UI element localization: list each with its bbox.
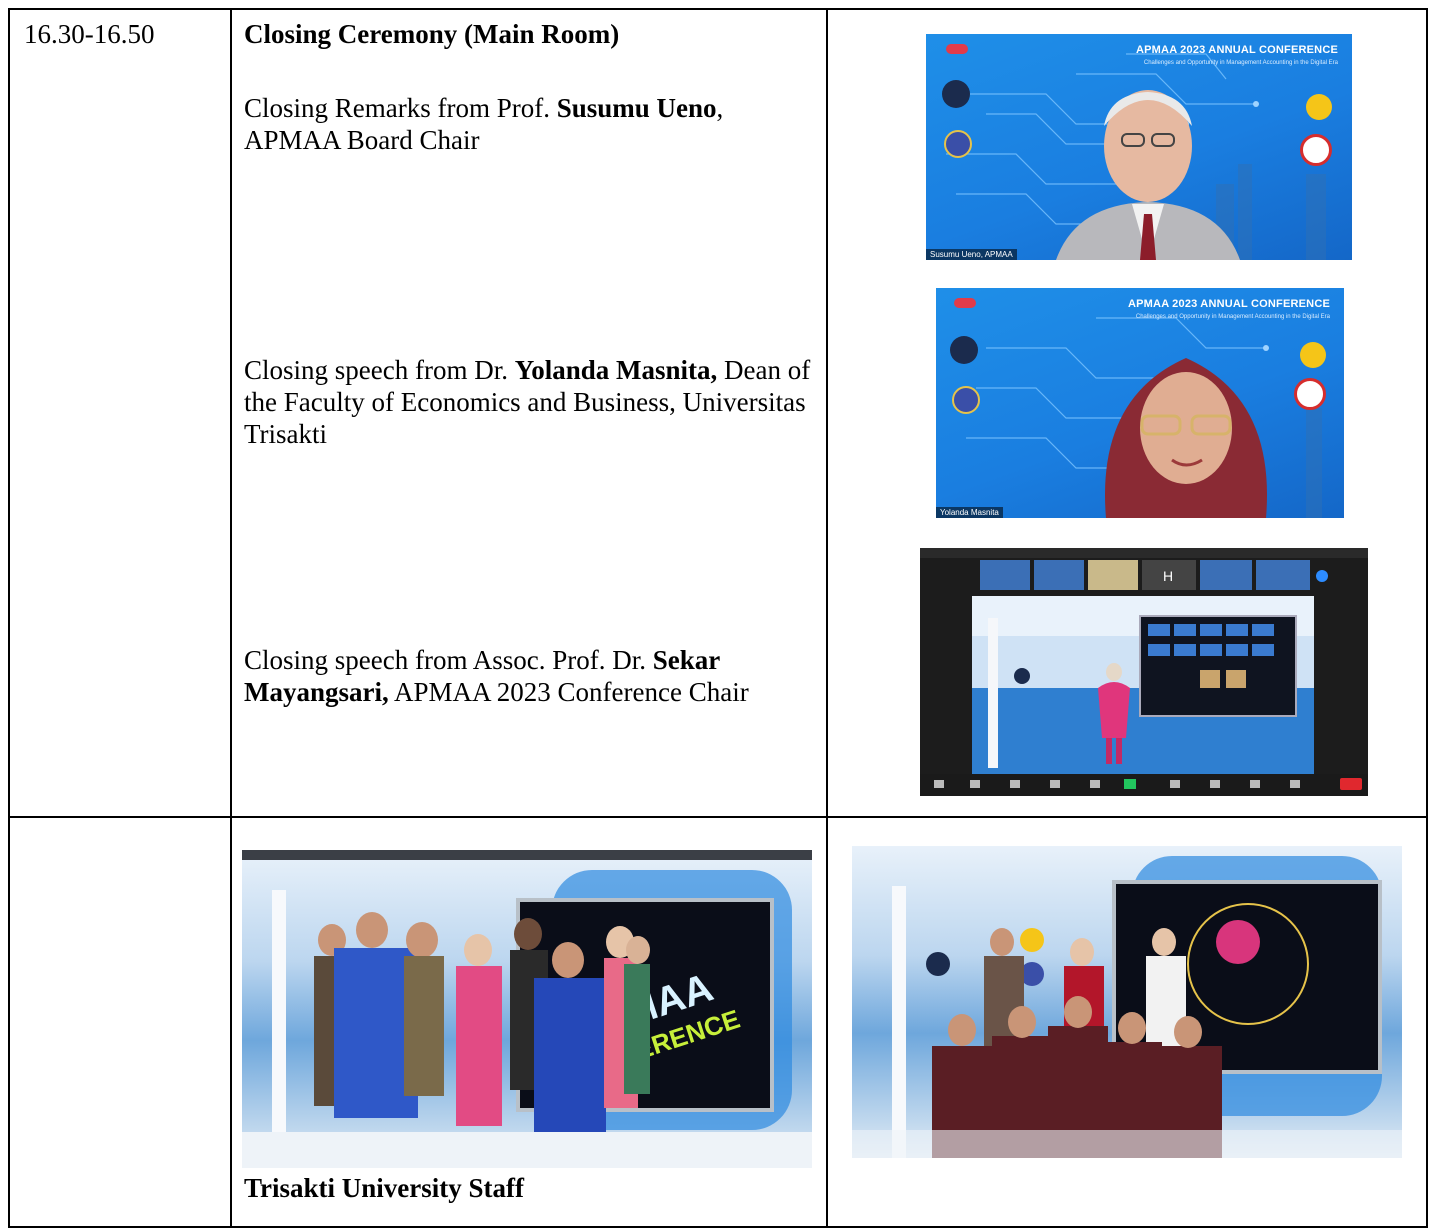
table-row: 16.30-16.50 Closing Ceremony (Main Room)…: [8, 8, 1428, 818]
speaker-photo-masnita: APMAA 2023 ANNUAL CONFERENCE Challenges …: [936, 288, 1344, 518]
session-title: Closing Ceremony (Main Room): [244, 19, 620, 49]
participant-label: Yolanda Masnita: [936, 507, 1003, 518]
speaker-photo-ueno: APMAA 2023 ANNUAL CONFERENCE Challenges …: [926, 34, 1352, 260]
conference-subtitle: Challenges and Opportunity in Management…: [1135, 314, 1330, 320]
svg-text:H: H: [1163, 568, 1173, 584]
studio-scene: [852, 856, 1402, 1158]
conference-title: APMAA 2023 ANNUAL CONFERENCE: [1136, 44, 1338, 56]
agenda-item-3: Closing speech from Assoc. Prof. Dr. Sek…: [244, 645, 749, 707]
iai-logo: [1300, 134, 1332, 166]
university-seal-icon: [1300, 342, 1326, 368]
university-seal-icon: [1306, 94, 1332, 120]
circuit-graphic: [966, 317, 1322, 518]
iai-logo: [1294, 378, 1326, 410]
staff-group-photo-2: [852, 846, 1402, 1158]
staff-group-photo-1: APMAA CONFERENCE: [242, 850, 812, 1168]
staff-photo-cell-2: [826, 816, 1428, 1228]
conference-subtitle: Challenges and Opportunity in Management…: [1143, 60, 1338, 66]
studio-scene: APMAA CONFERENCE: [242, 850, 812, 1168]
photo-cell: APMAA 2023 ANNUAL CONFERENCE Challenges …: [826, 8, 1428, 818]
apmaa-logo: [946, 44, 968, 54]
agenda-item-1: Closing Remarks from Prof. Susumu Ueno, …: [244, 93, 724, 155]
table-row: APMAA CONFERENCE: [8, 816, 1428, 1228]
speaker-name: Yolanda Masnita,: [514, 355, 718, 385]
staff-caption: Trisakti University Staff: [244, 1173, 524, 1203]
participant-label: Susumu Ueno, APMAA: [926, 249, 1017, 260]
zoom-meeting-screenshot: H: [920, 548, 1368, 796]
trisakti-logo: [942, 80, 970, 108]
circuit-graphic: [946, 53, 1326, 260]
zoom-window-graphic: H: [920, 548, 1368, 796]
program-cell: Closing Ceremony (Main Room) Closing Rem…: [230, 8, 828, 818]
agenda-table: 16.30-16.50 Closing Ceremony (Main Room)…: [8, 8, 1428, 1228]
ikatan-logo: [944, 130, 972, 158]
trisakti-logo: [950, 336, 978, 364]
agenda-item-2: Closing speech from Dr. Yolanda Masnita,…: [244, 355, 811, 449]
time-cell: 16.30-16.50: [8, 8, 232, 818]
conference-title: APMAA 2023 ANNUAL CONFERENCE: [1128, 298, 1330, 310]
ikatan-logo: [952, 386, 980, 414]
empty-time-cell: [8, 816, 232, 1228]
time-slot: 16.30-16.50: [24, 19, 155, 49]
apmaa-logo: [954, 298, 976, 308]
staff-photo-cell: APMAA CONFERENCE: [230, 816, 828, 1228]
speaker-name: Susumu Ueno: [556, 93, 717, 123]
